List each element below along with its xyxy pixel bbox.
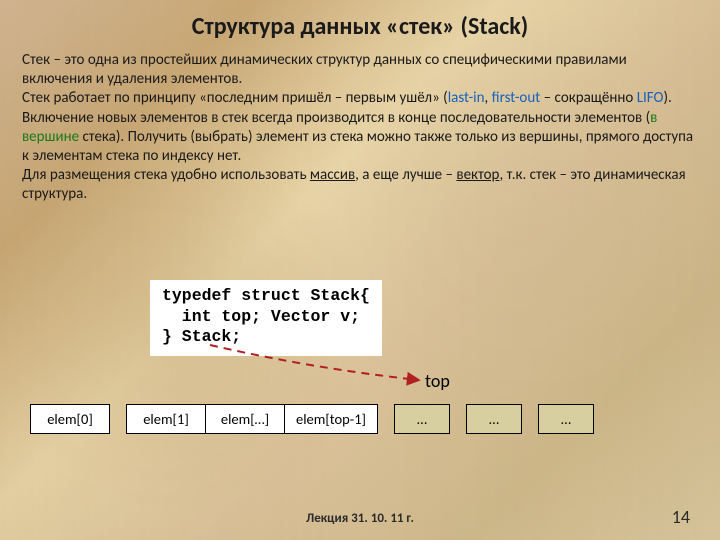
array-cell: elem[1] [126,404,206,434]
array-cell-empty: … [538,404,594,434]
body-text: Стек – это одна из простейших динамическ… [22,51,698,205]
array-cell: elem[0] [30,404,110,434]
array-cell-empty: … [394,404,450,434]
footer-text: Лекция 31. 10. 11 г. [0,511,720,526]
array-cell-empty: … [466,404,522,434]
array-diagram: elem[0] elem[1] elem[…] elem[top-1] … … … [30,404,594,434]
term-vector: вектор [456,166,499,184]
code-block: typedef struct Stack{ int top; Vector v;… [150,280,382,356]
term-lastin: last-in [448,89,485,107]
p2a: Стек работает по принципу «последним при… [22,89,448,107]
slide-title: Структура данных «стек» (Stack) [22,12,698,41]
top-label: top [425,370,450,392]
array-cell: elem[top-1] [284,404,378,434]
page-number: 14 [672,506,690,528]
p1: Стек – это одна из простейших динамическ… [22,51,627,88]
term-lifo: LIFO [637,89,664,107]
array-cell: elem[…] [205,404,285,434]
term-array: массив [310,166,355,184]
term-firstout: first-out [492,89,541,107]
